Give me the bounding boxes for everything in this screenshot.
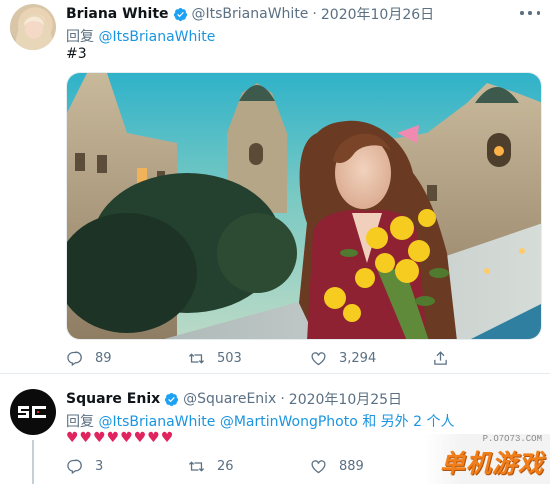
reply-mention[interactable]: @ItsBrianaWhite — [98, 414, 215, 430]
share-button[interactable] — [432, 350, 550, 367]
square-enix-logo — [18, 406, 46, 418]
tweet-date[interactable]: 2020年10月26日 — [321, 4, 434, 24]
tweet-actions: 89 503 3,294 — [66, 350, 550, 367]
retweet-button[interactable]: 503 — [188, 350, 310, 367]
reply-others-link[interactable]: 和 另外 2 个人 — [358, 414, 454, 430]
reply-prefix: 回复 — [66, 29, 99, 45]
retweet-icon — [188, 353, 205, 364]
like-icon — [311, 460, 326, 474]
like-count: 3,294 — [339, 351, 377, 366]
tweet-actions: 3 26 889 — [66, 458, 432, 475]
tweet-date[interactable]: 2020年10月25日 — [289, 389, 402, 409]
verified-badge-icon — [173, 7, 187, 21]
reply-button[interactable]: 89 — [66, 350, 188, 367]
reply-count: 89 — [95, 351, 112, 366]
tweet[interactable]: Briana White @ItsBrianaWhite · 2020年10月2… — [0, 0, 550, 373]
watermark: P.O7O73.COM 单机游戏 — [424, 434, 550, 484]
verified-badge-icon — [165, 392, 179, 406]
reply-prefix: 回复 — [66, 414, 99, 430]
more-icon[interactable] — [520, 6, 540, 20]
share-icon — [434, 351, 447, 365]
author-name[interactable]: Square Enix — [66, 391, 160, 407]
reply-context: 回复 @ItsBrianaWhite @MartinWongPhoto 和 另外… — [66, 411, 454, 431]
retweet-icon — [188, 461, 205, 472]
tweet-header: Square Enix @SquareEnix · 2020年10月25日 — [66, 390, 402, 408]
reply-context: 回复 @ItsBrianaWhite — [66, 26, 215, 46]
author-name[interactable]: Briana White — [66, 6, 169, 22]
reply-count: 3 — [95, 459, 104, 474]
reply-mention[interactable]: @MartinWongPhoto — [220, 414, 358, 430]
tweet-text: ♥♥♥♥♥♥♥♥ — [66, 430, 175, 446]
retweet-button[interactable]: 26 — [188, 458, 310, 475]
watermark-logo: 单机游戏 — [439, 449, 544, 478]
thread-line — [32, 440, 34, 484]
like-button[interactable]: 3,294 — [310, 350, 432, 367]
cosplay-photo-image — [67, 73, 541, 339]
author-handle[interactable]: @SquareEnix — [183, 391, 276, 407]
separator-dot: · — [312, 6, 317, 22]
reply-mention[interactable]: @ItsBrianaWhite — [98, 29, 215, 45]
reply-icon — [67, 459, 82, 475]
avatar[interactable] — [10, 4, 56, 50]
tweet-text: #3 — [66, 46, 87, 62]
retweet-count: 503 — [217, 351, 242, 366]
reply-button[interactable]: 3 — [66, 458, 188, 475]
separator-dot: · — [280, 391, 285, 407]
like-count: 889 — [339, 459, 364, 474]
tweet-header: Briana White @ItsBrianaWhite · 2020年10月2… — [66, 5, 434, 23]
watermark-site: P.O7O73.COM — [482, 434, 542, 444]
like-icon — [311, 352, 326, 366]
reply-icon — [67, 351, 82, 367]
like-button[interactable]: 889 — [310, 458, 432, 475]
tweet-photo[interactable] — [66, 72, 542, 340]
avatar[interactable] — [10, 389, 56, 435]
author-handle[interactable]: @ItsBrianaWhite — [192, 6, 309, 22]
retweet-count: 26 — [217, 459, 234, 474]
